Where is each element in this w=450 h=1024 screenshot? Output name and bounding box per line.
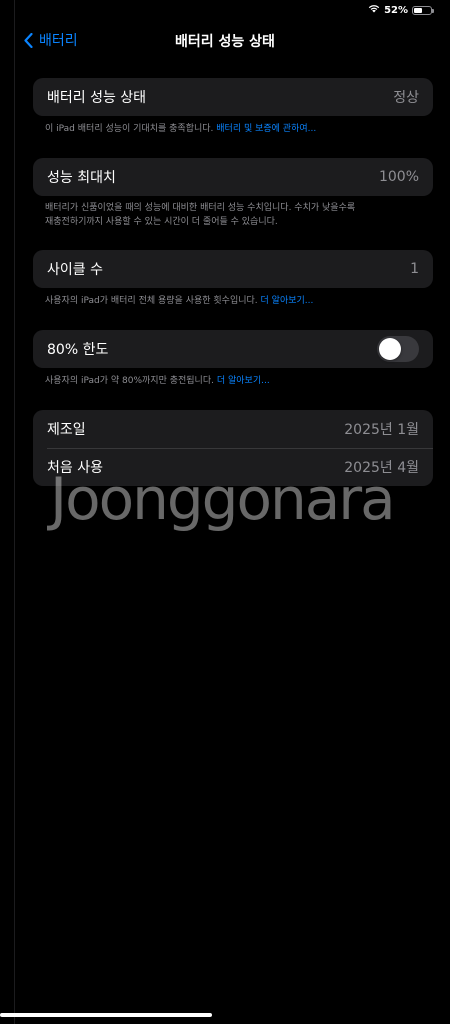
navigation-bar: 배터리 배터리 성능 상태 bbox=[0, 30, 450, 54]
max-capacity-row: 성능 최대치 100% bbox=[33, 158, 433, 196]
max-capacity-footer: 배터리가 신품이었을 때의 성능에 대비한 배터리 성능 수치입니다. 수치가 … bbox=[45, 201, 415, 229]
battery-percent: 52% bbox=[384, 4, 408, 16]
limit-80-group: 80% 한도 bbox=[33, 330, 433, 368]
status-bar: 52% bbox=[368, 3, 434, 17]
battery-health-group: 배터리 성능 상태 정상 bbox=[33, 78, 433, 116]
cycle-count-group: 사이클 수 1 bbox=[33, 250, 433, 288]
cycle-count-footer: 사용자의 iPad가 배터리 전체 용량을 사용한 횟수입니다. 더 알아보기.… bbox=[45, 294, 415, 308]
battery-health-label: 배터리 성능 상태 bbox=[47, 90, 147, 106]
limit-80-row: 80% 한도 bbox=[33, 330, 433, 368]
max-capacity-footer-line2: 재충전하기까지 사용할 수 있는 시간이 더 줄어들 수 있습니다. bbox=[45, 217, 278, 227]
watermark: Joonggonara bbox=[50, 465, 396, 533]
battery-health-row: 배터리 성능 상태 정상 bbox=[33, 78, 433, 116]
battery-warranty-link[interactable]: 배터리 및 보증에 관하여... bbox=[216, 124, 316, 134]
battery-health-footer-text: 이 iPad 배터리 성능이 기대치를 충족합니다. bbox=[45, 124, 217, 134]
cycle-count-footer-text: 사용자의 iPad가 배터리 전체 용량을 사용한 횟수입니다. bbox=[45, 296, 261, 306]
battery-health-footer: 이 iPad 배터리 성능이 기대치를 충족합니다. 배터리 및 보증에 관하여… bbox=[45, 122, 415, 136]
limit-80-label: 80% 한도 bbox=[47, 342, 109, 358]
page-title: 배터리 성능 상태 bbox=[175, 34, 275, 50]
max-capacity-label: 성능 최대치 bbox=[47, 170, 116, 186]
cycle-count-learn-more-link[interactable]: 더 알아보기... bbox=[261, 296, 314, 306]
max-capacity-value: 100% bbox=[378, 169, 419, 185]
split-view-divider bbox=[14, 0, 15, 1024]
cycle-count-row: 사이클 수 1 bbox=[33, 250, 433, 288]
manufacture-date-row: 제조일 2025년 1월 bbox=[33, 410, 433, 448]
wifi-icon bbox=[368, 4, 380, 16]
max-capacity-footer-line1: 배터리가 신품이었을 때의 성능에 대비한 배터리 성능 수치입니다. 수치가 … bbox=[45, 203, 356, 213]
cycle-count-value: 1 bbox=[410, 261, 419, 277]
home-indicator[interactable] bbox=[0, 1013, 212, 1017]
cycle-count-label: 사이클 수 bbox=[47, 262, 103, 278]
manufacture-date-label: 제조일 bbox=[47, 422, 86, 438]
limit-80-footer: 사용자의 iPad가 약 80%까지만 충전됩니다. 더 알아보기... bbox=[45, 374, 415, 388]
manufacture-date-value: 2025년 1월 bbox=[344, 422, 419, 438]
limit-80-learn-more-link[interactable]: 더 알아보기... bbox=[217, 376, 270, 386]
limit-80-toggle[interactable] bbox=[377, 336, 419, 362]
max-capacity-group: 성능 최대치 100% bbox=[33, 158, 433, 196]
battery-health-value: 정상 bbox=[393, 90, 419, 106]
limit-80-footer-text: 사용자의 iPad가 약 80%까지만 충전됩니다. bbox=[45, 376, 217, 386]
battery-icon bbox=[412, 5, 434, 15]
battery-fill bbox=[414, 7, 423, 13]
toggle-knob bbox=[379, 338, 401, 360]
